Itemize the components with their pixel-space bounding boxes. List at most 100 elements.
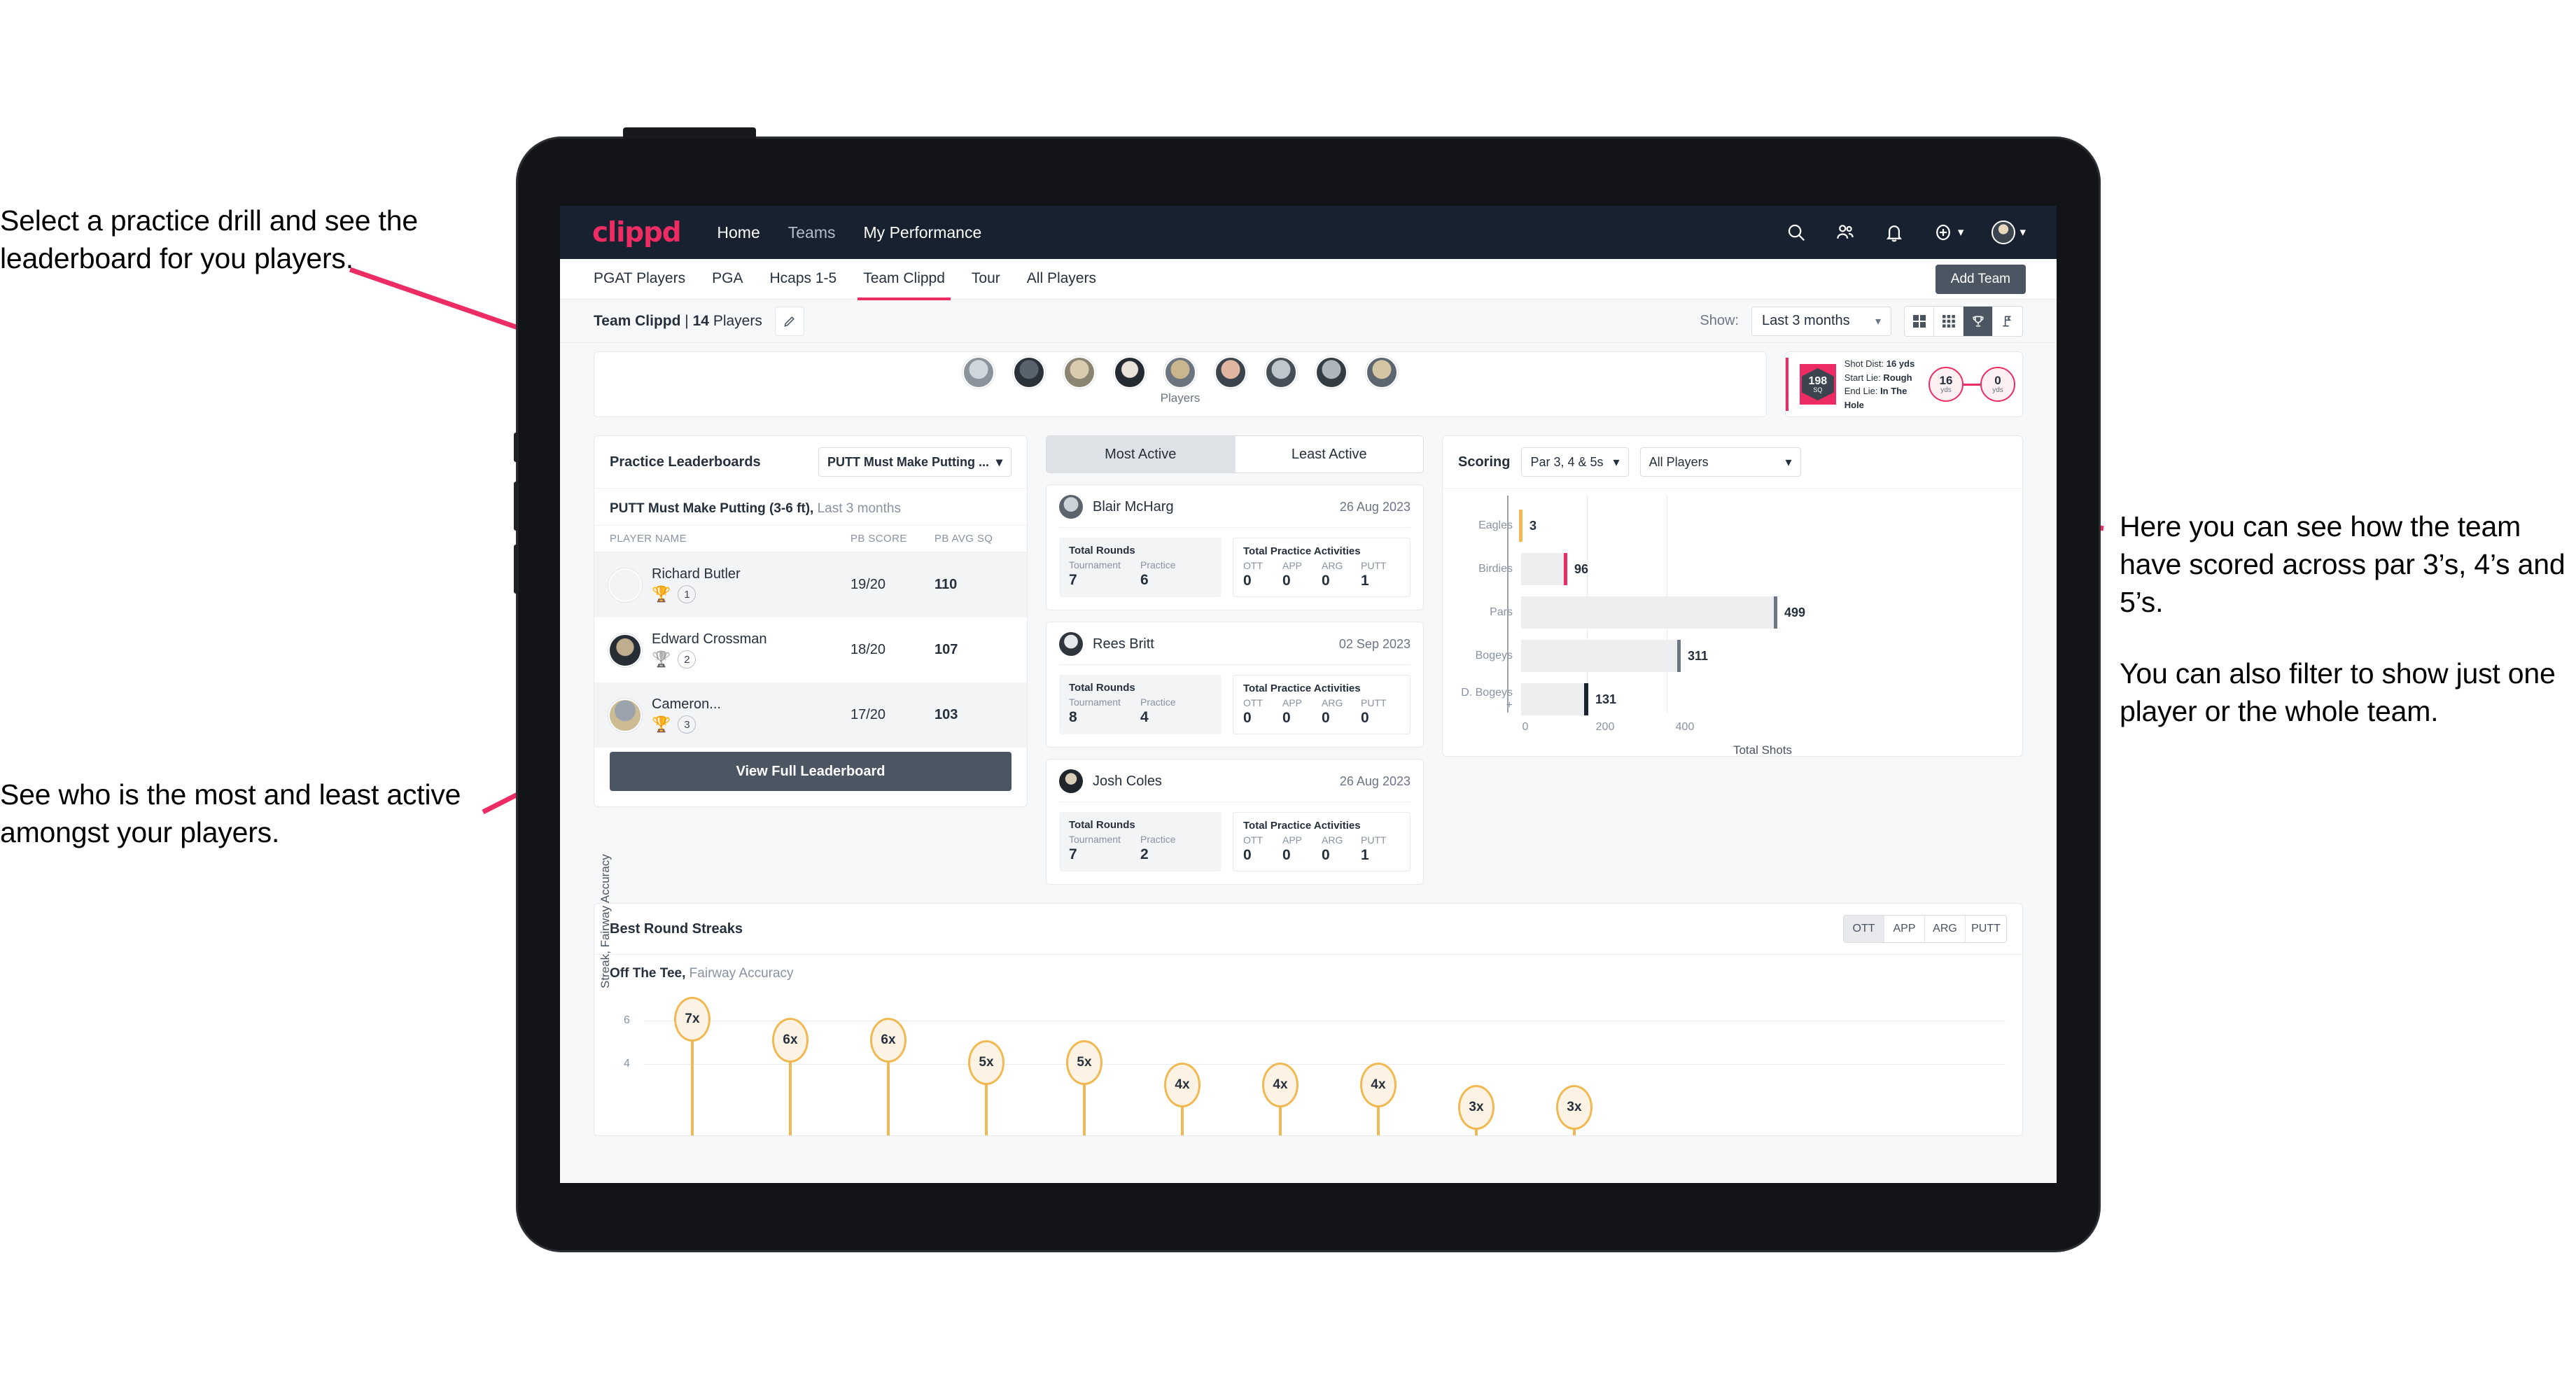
player-filter-select[interactable]: All Players ▾ xyxy=(1639,447,1801,477)
nav-right-actions: ▾ ▾ xyxy=(1786,220,2026,244)
tab-tour[interactable]: Tour xyxy=(972,270,1000,288)
clippd-logo[interactable]: clippd xyxy=(592,217,682,248)
total-rounds-block: Total Rounds Tournament 7 Practice xyxy=(1059,538,1222,597)
shot-quality-badge: 198 SQ xyxy=(1800,364,1836,405)
pb-score: 18/20 xyxy=(850,642,886,657)
tab-team-clippd[interactable]: Team Clippd xyxy=(858,270,951,300)
top-row: Players 198 SQ Shot Dist: 16 yds Start L… xyxy=(594,343,2023,417)
segment-ott[interactable]: OTT xyxy=(1844,916,1884,942)
avatar-image xyxy=(1991,220,2016,244)
rank-badge: 2 xyxy=(678,650,696,668)
total-rounds-heading: Total Rounds xyxy=(1069,682,1135,694)
list-item[interactable]: Blair McHarg 26 Aug 2023 Total Rounds To… xyxy=(1046,484,1424,610)
people-icon[interactable] xyxy=(1835,222,1856,243)
avatar[interactable] xyxy=(1013,356,1045,388)
ott-label: OTT xyxy=(1243,560,1263,571)
app-value: 0 xyxy=(1282,710,1291,726)
activity-item-header: Blair McHarg 26 Aug 2023 xyxy=(1059,495,1410,527)
trophy-icon[interactable] xyxy=(1963,306,1993,336)
avatar[interactable] xyxy=(1265,356,1297,388)
practice-value: 4 xyxy=(1140,709,1149,725)
tab-pgat-players[interactable]: PGAT Players xyxy=(594,270,685,288)
tablet-side-button xyxy=(514,433,519,462)
table-row[interactable]: Edward Crossman 🏆 2 18/20 107 xyxy=(594,617,1027,682)
list-item[interactable]: Josh Coles 26 Aug 2023 Total Rounds Tour… xyxy=(1046,759,1424,885)
bar-value: 3 xyxy=(1530,518,1537,533)
practice-label: Practice xyxy=(1140,696,1176,708)
par-filter-select[interactable]: Par 3, 4 & 5s ▾ xyxy=(1521,447,1629,477)
grid-large-icon[interactable] xyxy=(1905,306,1934,336)
grid-small-icon[interactable] xyxy=(1934,306,1963,336)
start-distance-unit: yds xyxy=(1940,386,1952,394)
pencil-icon[interactable] xyxy=(774,306,804,336)
bar-cap xyxy=(1584,683,1588,715)
tab-hcaps-1-5[interactable]: Hcaps 1-5 xyxy=(769,270,836,288)
nav-link-my-performance[interactable]: My Performance xyxy=(864,223,982,242)
x-tick-400: 400 xyxy=(1675,721,1695,733)
segment-app[interactable]: APP xyxy=(1884,916,1925,942)
activity-stats: Total Rounds Tournament 7 Practice xyxy=(1059,812,1410,872)
ott-value: 0 xyxy=(1243,847,1252,863)
avatar[interactable] xyxy=(1214,356,1247,388)
tab-least-active[interactable]: Least Active xyxy=(1236,436,1424,472)
tab-all-players[interactable]: All Players xyxy=(1027,270,1096,288)
segment-putt[interactable]: PUTT xyxy=(1966,916,2006,942)
chevron-down-icon: ▾ xyxy=(995,454,1002,469)
avatar[interactable] xyxy=(962,356,995,388)
date-range-select[interactable]: Last 3 months ▾ xyxy=(1751,306,1891,336)
tab-pga[interactable]: PGA xyxy=(712,270,743,288)
bar-track: 96 xyxy=(1521,547,2004,591)
start-lie-label: Start Lie: xyxy=(1844,372,1881,383)
callout-most-least-active: See who is the most and least active amo… xyxy=(0,778,461,849)
view-full-leaderboard-button[interactable]: View Full Leaderboard xyxy=(610,752,1011,791)
search-icon[interactable] xyxy=(1786,222,1807,243)
activity-stats: Total Rounds Tournament 7 Practice xyxy=(1059,538,1410,597)
ott-value: 0 xyxy=(1243,573,1252,589)
callout-scoring: Here you can see how the team have score… xyxy=(2120,507,2575,731)
avatar[interactable] xyxy=(1164,356,1196,388)
avatar[interactable] xyxy=(1063,356,1096,388)
streak-value: 3x xyxy=(1556,1085,1592,1130)
nav-link-home[interactable]: Home xyxy=(717,223,760,242)
players-caption: Players xyxy=(1160,391,1200,405)
app-screen: clippd Home Teams My Performance ▾ ▾ PGA… xyxy=(560,206,2057,1183)
total-rounds-cols: Tournament 7 Practice 2 xyxy=(1069,834,1212,863)
table-row[interactable]: Richard Butler 🏆 1 19/20 110 xyxy=(594,552,1027,617)
practice-activities-heading: Total Practice Activities xyxy=(1243,820,1361,832)
tab-most-active[interactable]: Most Active xyxy=(1046,436,1236,472)
x-axis-ticks: 0 200 400 xyxy=(1521,721,2004,741)
player-badges: 🏆 1 xyxy=(652,585,850,603)
avatar[interactable] xyxy=(1114,356,1146,388)
tournament-label: Tournament xyxy=(1069,559,1121,570)
bell-icon[interactable] xyxy=(1884,222,1905,243)
bar-row: Eagles 3 xyxy=(1461,504,2004,547)
add-team-button[interactable]: Add Team xyxy=(1935,265,2026,294)
table-row[interactable]: Cameron... 🏆 3 17/20 103 xyxy=(594,682,1027,748)
plus-circle-icon[interactable]: ▾ xyxy=(1933,222,1963,243)
putt-value: 1 xyxy=(1361,573,1369,589)
bar-label: D. Bogeys + xyxy=(1461,687,1513,711)
avatar[interactable] xyxy=(1366,356,1398,388)
streak-value: 6x xyxy=(772,1018,808,1063)
list-item[interactable]: Rees Britt 02 Sep 2023 Total Rounds Tour… xyxy=(1046,622,1424,748)
team-player-count: 14 xyxy=(692,312,709,329)
trophy-icon: 🏆 xyxy=(652,650,671,668)
end-distance-circle: 0 yds xyxy=(1980,367,2015,402)
arg-value: 0 xyxy=(1322,710,1330,726)
leaderboard-player: Cameron... 🏆 3 xyxy=(652,696,850,734)
bar-row: Pars 499 xyxy=(1461,591,2004,634)
flag-icon[interactable] xyxy=(1993,307,2022,336)
drill-select[interactable]: PUTT Must Make Putting ... ▾ xyxy=(818,447,1011,477)
team-tab-bar: PGAT Players PGA Hcaps 1-5 Team Clippd T… xyxy=(560,259,2057,300)
total-rounds-heading: Total Rounds xyxy=(1069,545,1135,556)
callout-scoring-line1: Here you can see how the team have score… xyxy=(2120,510,2566,619)
shot-quality-label: SQ xyxy=(1813,386,1823,393)
start-distance-circle: 16 yds xyxy=(1928,367,1963,402)
avatar[interactable]: ▾ xyxy=(1991,220,2026,244)
view-toggle-group xyxy=(1904,305,2023,337)
player-filter-value: All Players xyxy=(1648,454,1709,469)
segment-arg[interactable]: ARG xyxy=(1925,916,1966,942)
nav-link-teams[interactable]: Teams xyxy=(788,223,836,242)
avatar[interactable] xyxy=(1315,356,1348,388)
total-rounds-block: Total Rounds Tournament 8 Practice 4 xyxy=(1059,675,1222,734)
